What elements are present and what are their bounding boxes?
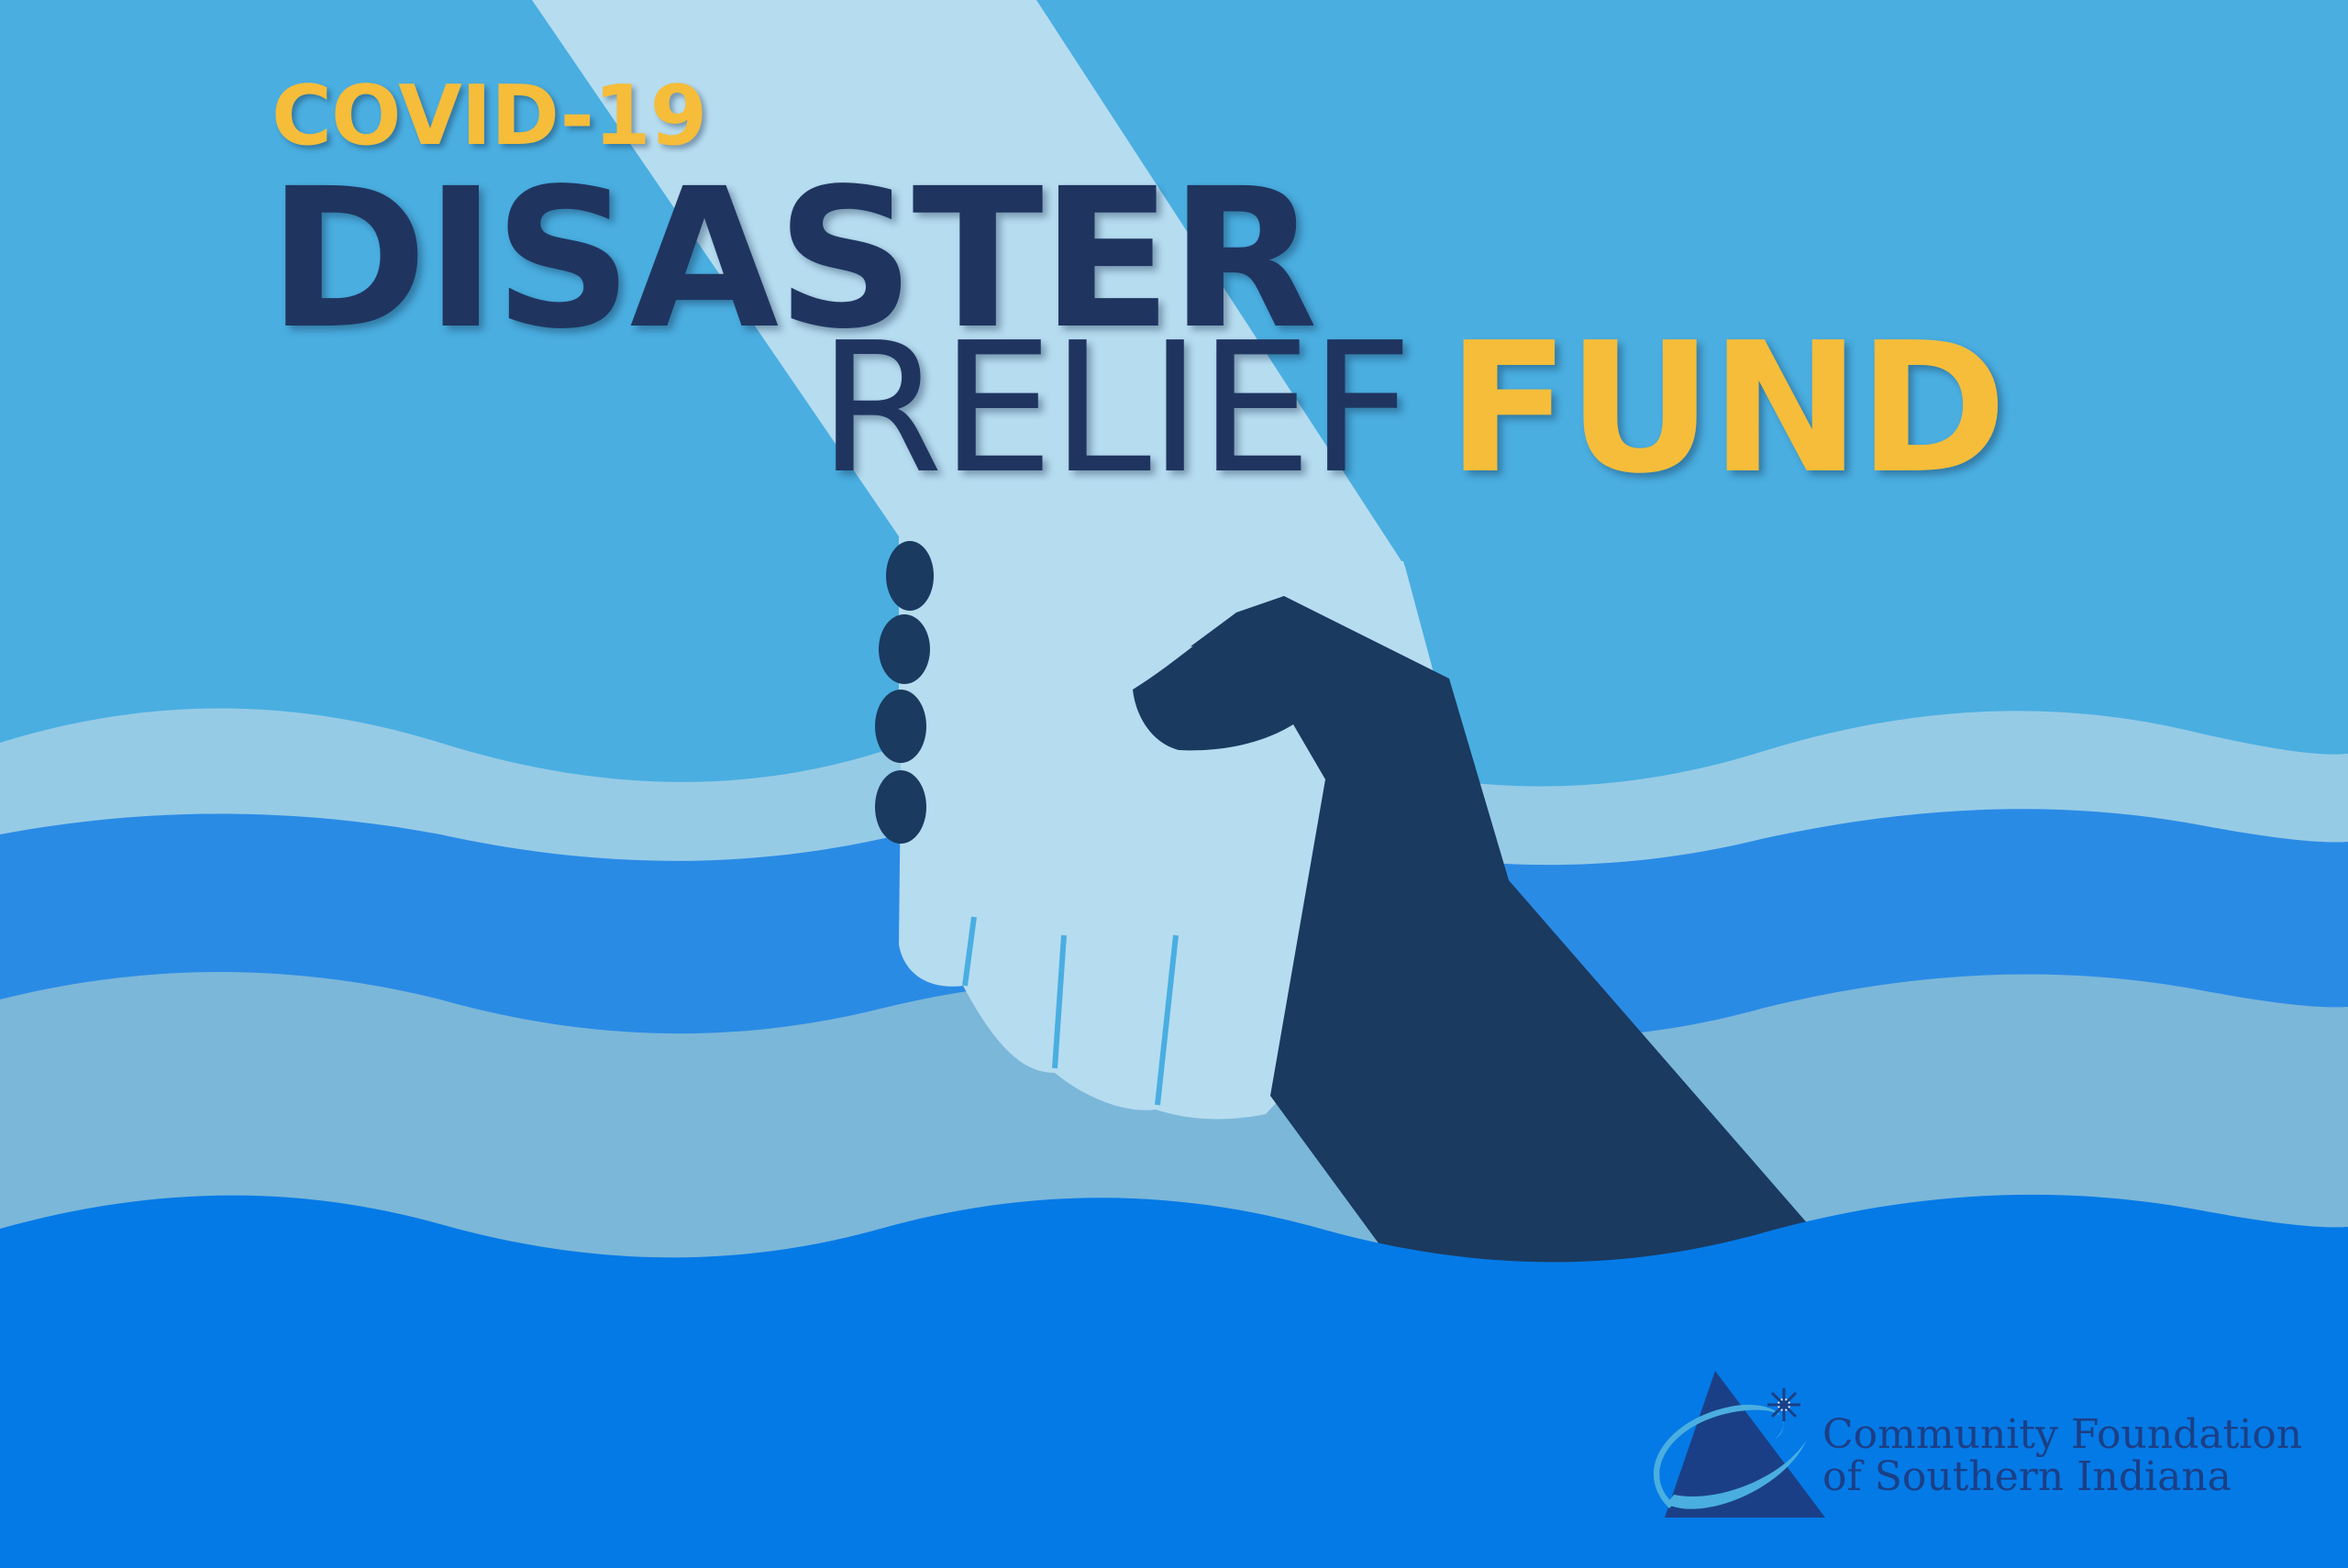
organization-name-line1: Community Foundation bbox=[1822, 1411, 2303, 1458]
bracelet-bead bbox=[875, 690, 926, 763]
bracelet-bead bbox=[879, 614, 930, 684]
bracelet-bead bbox=[875, 770, 926, 844]
headline-kicker: COVID-19 bbox=[271, 68, 707, 164]
bracelet-bead bbox=[886, 541, 934, 611]
headline-fund: FUND bbox=[1446, 304, 2008, 513]
relief-fund-banner: COVID-19 DISASTER RELIEF FUND Community F… bbox=[0, 0, 2348, 1568]
headline-second-line: RELIEF FUND bbox=[818, 319, 2007, 499]
headline: COVID-19 DISASTER RELIEF FUND bbox=[0, 0, 2348, 550]
organization-name-line2: of Southern Indiana bbox=[1822, 1453, 2232, 1500]
triangle-swoosh-star-icon bbox=[1653, 1371, 1825, 1518]
organization-name: Community Foundation of Southern Indiana bbox=[1822, 1414, 2302, 1498]
headline-relief: RELIEF bbox=[818, 304, 1413, 513]
organization-logo: Community Foundation of Southern Indiana bbox=[1646, 1366, 2325, 1522]
